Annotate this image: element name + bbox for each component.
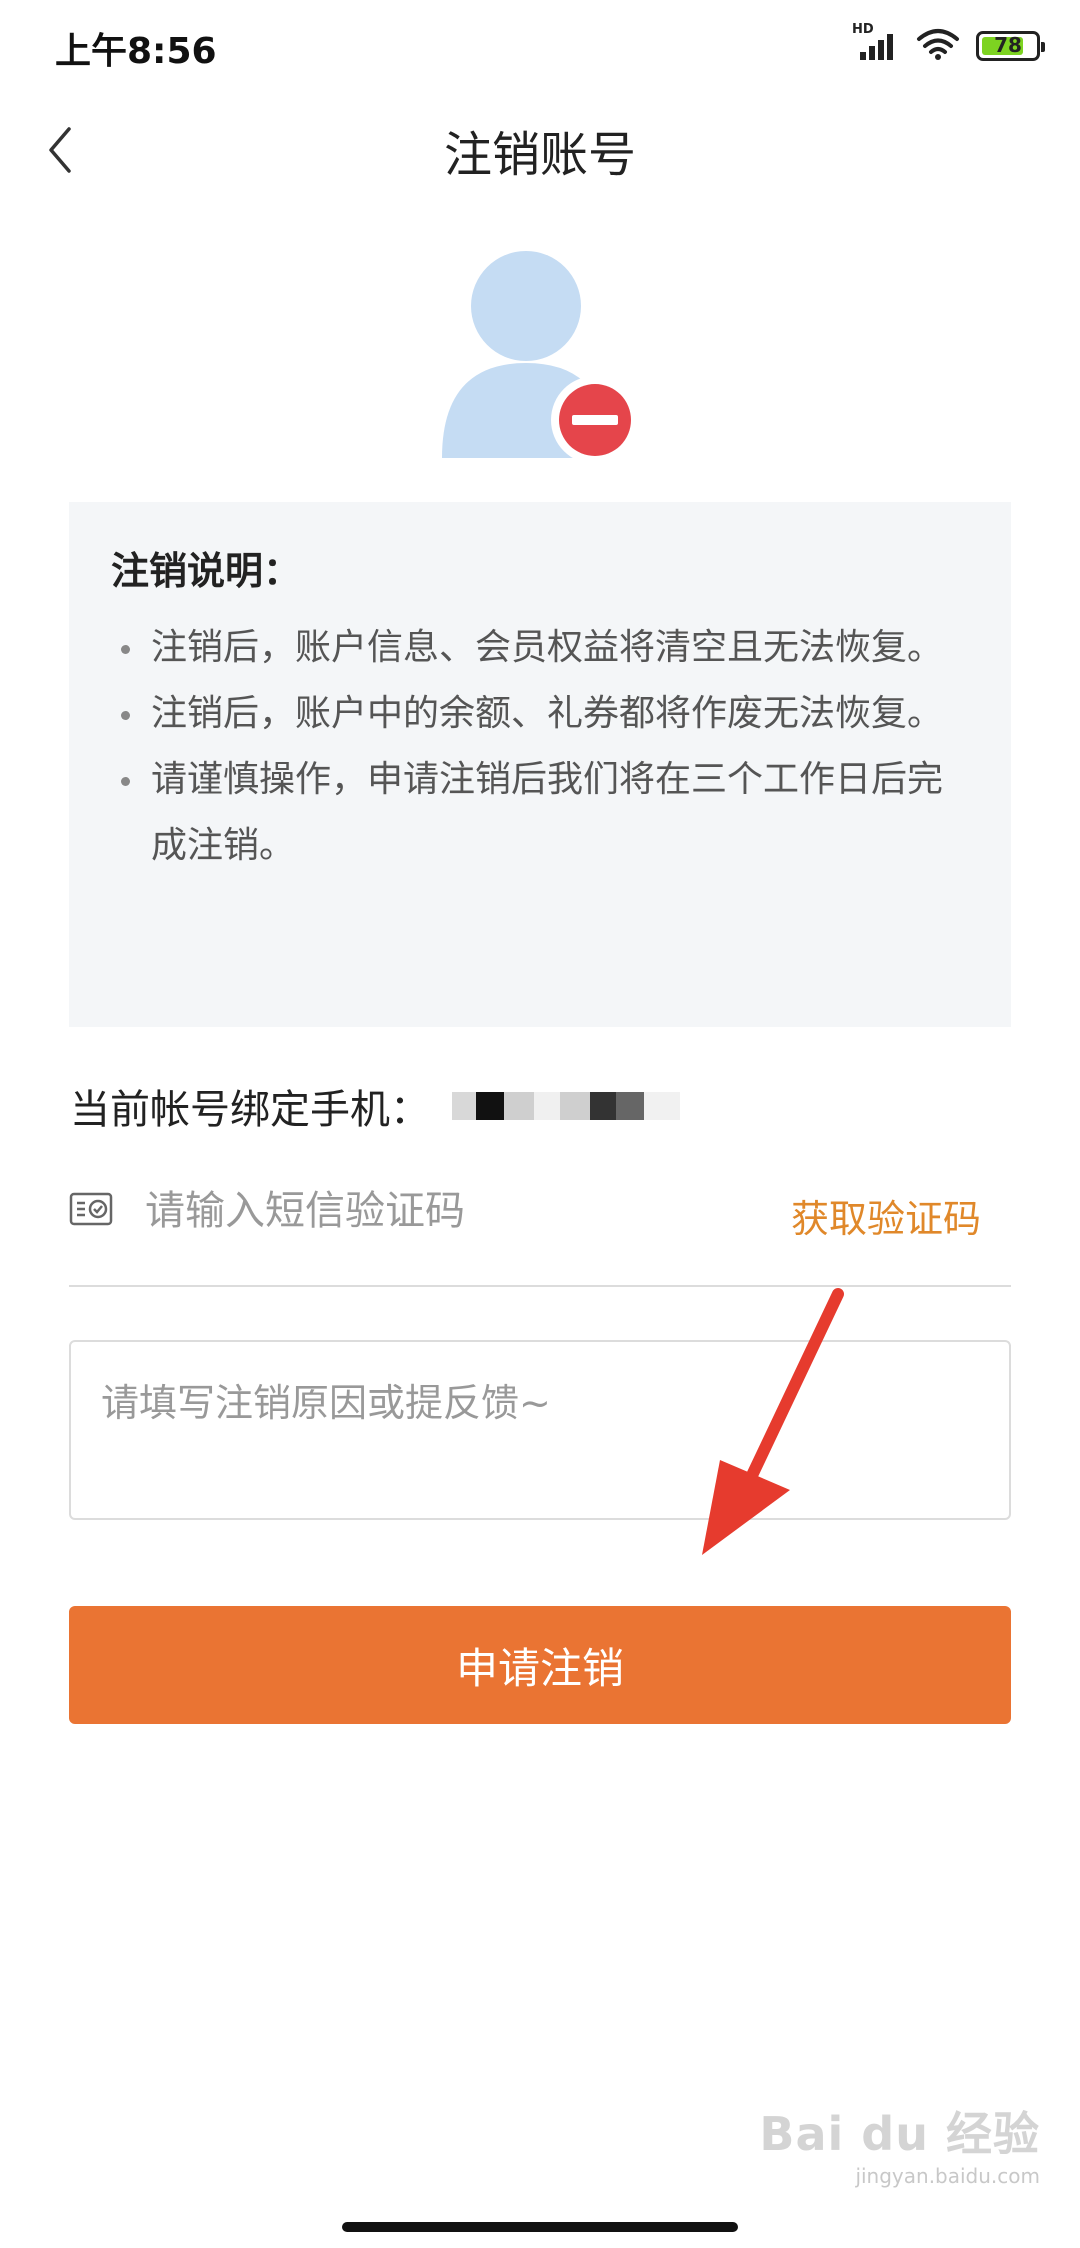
- watermark-url: jingyan.baidu.com: [855, 2164, 1040, 2188]
- cancel-notice: 注销说明： 注销后，账户信息、会员权益将清空且无法恢复。 注销后，账户中的余额、…: [69, 502, 1011, 1027]
- account-cancel-avatar: [440, 248, 650, 464]
- notice-item: 注销后，账户信息、会员权益将清空且无法恢复。: [111, 615, 969, 681]
- battery-icon: 78: [976, 31, 1045, 61]
- home-indicator[interactable]: [342, 2222, 738, 2232]
- baidu-watermark: Bai du 经验 jingyan.baidu.com: [759, 2098, 1040, 2188]
- sms-code-row: 获取验证码: [69, 1180, 1011, 1287]
- sms-code-icon: [69, 1192, 113, 1226]
- masked-phone-number: [452, 1091, 680, 1121]
- get-code-button[interactable]: 获取验证码: [791, 1188, 981, 1243]
- page-title: 注销账号: [443, 127, 636, 183]
- status-icons: HD 78: [852, 22, 1045, 66]
- bound-phone-row: 当前帐号绑定手机：: [70, 1076, 680, 1136]
- notice-item: 注销后，账户中的余额、礼券都将作废无法恢复。: [111, 681, 969, 747]
- battery-level: 78: [994, 33, 1022, 57]
- sms-code-input[interactable]: [143, 1184, 791, 1238]
- annotation-arrow-icon: [702, 1288, 844, 1555]
- wifi-icon: [916, 27, 960, 65]
- reason-field: [69, 1340, 1011, 1520]
- status-time: 上午8:56: [55, 31, 217, 72]
- notice-list: 注销后，账户信息、会员权益将清空且无法恢复。 注销后，账户中的余额、礼券都将作废…: [111, 615, 969, 879]
- notice-item: 请谨慎操作，申请注销后我们将在三个工作日后完成注销。: [111, 747, 969, 879]
- reason-input[interactable]: [71, 1342, 1009, 1518]
- notice-title: 注销说明：: [111, 549, 302, 593]
- signal-icon: HD: [852, 22, 900, 62]
- bound-phone-label: 当前帐号绑定手机：: [70, 1087, 430, 1133]
- apply-cancel-button[interactable]: 申请注销: [69, 1606, 1011, 1724]
- watermark-logo-text: Bai du 经验: [759, 2107, 1040, 2161]
